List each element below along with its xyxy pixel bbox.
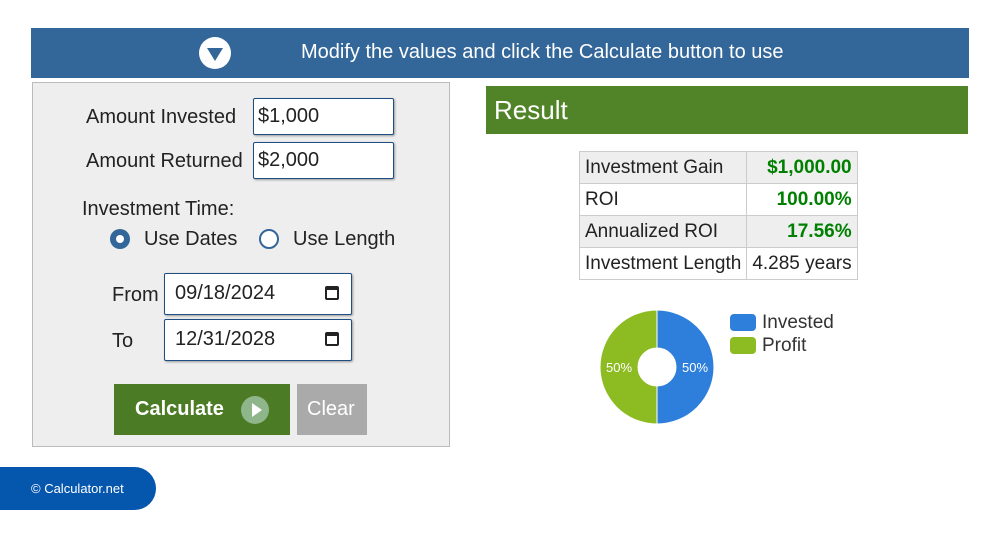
amount-invested-input[interactable] xyxy=(253,98,394,135)
row-label: Investment Gain xyxy=(578,151,748,184)
calculate-button[interactable]: Calculate xyxy=(114,384,290,435)
chevron-down-circle-icon[interactable] xyxy=(199,37,231,69)
to-date-value: 12/31/2028 xyxy=(175,328,276,350)
row-value: $1,000.00 xyxy=(746,151,858,184)
use-length-radio[interactable] xyxy=(259,229,279,249)
row-value: 17.56% xyxy=(746,215,858,248)
use-dates-radio[interactable] xyxy=(110,229,130,249)
calendar-icon[interactable] xyxy=(325,332,339,346)
result-title: Result xyxy=(494,95,568,125)
to-label: To xyxy=(112,330,134,352)
table-row: ROI 100.00% xyxy=(578,183,858,216)
footer-badge[interactable]: © Calculator.net xyxy=(0,467,156,510)
amount-returned-input[interactable] xyxy=(253,142,394,179)
legend-swatch-invested xyxy=(730,314,756,331)
legend-swatch-profit xyxy=(730,337,756,354)
slice-label: 50% xyxy=(682,360,708,375)
instruction-banner[interactable]: Modify the values and click the Calculat… xyxy=(31,28,969,78)
slice-label: 50% xyxy=(606,360,632,375)
table-row: Investment Gain $1,000.00 xyxy=(578,151,858,184)
row-label: Investment Length xyxy=(578,247,748,280)
to-date-input[interactable]: 12/31/2028 xyxy=(164,319,352,361)
clear-button-label: Clear xyxy=(307,398,355,420)
legend-label: Profit xyxy=(762,334,807,356)
investment-time-label: Investment Time: xyxy=(82,198,235,220)
result-header: Result xyxy=(486,86,968,134)
from-label: From xyxy=(112,284,159,306)
table-row: Annualized ROI 17.56% xyxy=(578,215,858,248)
amount-returned-label: Amount Returned xyxy=(86,150,243,172)
calculator-form: Amount Invested Amount Returned Investme… xyxy=(32,82,450,447)
from-date-value: 09/18/2024 xyxy=(175,282,276,304)
row-value: 100.00% xyxy=(746,183,858,216)
banner-message: Modify the values and click the Calculat… xyxy=(301,41,784,63)
play-icon xyxy=(241,396,269,424)
use-dates-label[interactable]: Use Dates xyxy=(144,228,237,251)
clear-button[interactable]: Clear xyxy=(297,384,367,435)
row-value: 4.285 years xyxy=(746,247,858,280)
result-table: Investment Gain $1,000.00 ROI 100.00% An… xyxy=(578,151,858,280)
calendar-icon[interactable] xyxy=(325,286,339,300)
row-label: Annualized ROI xyxy=(578,215,748,248)
donut-chart: 50% 50% xyxy=(599,309,715,425)
legend-item-invested[interactable]: Invested xyxy=(730,311,834,334)
amount-invested-label: Amount Invested xyxy=(86,106,237,128)
footer-text: © Calculator.net xyxy=(31,481,124,496)
row-label: ROI xyxy=(578,183,748,216)
use-length-label[interactable]: Use Length xyxy=(293,228,395,251)
calculate-button-label: Calculate xyxy=(135,398,224,420)
table-row: Investment Length 4.285 years xyxy=(578,247,858,280)
from-date-input[interactable]: 09/18/2024 xyxy=(164,273,352,315)
legend-label: Invested xyxy=(762,311,834,333)
legend-item-profit[interactable]: Profit xyxy=(730,334,834,357)
chart-legend: Invested Profit xyxy=(730,311,834,357)
